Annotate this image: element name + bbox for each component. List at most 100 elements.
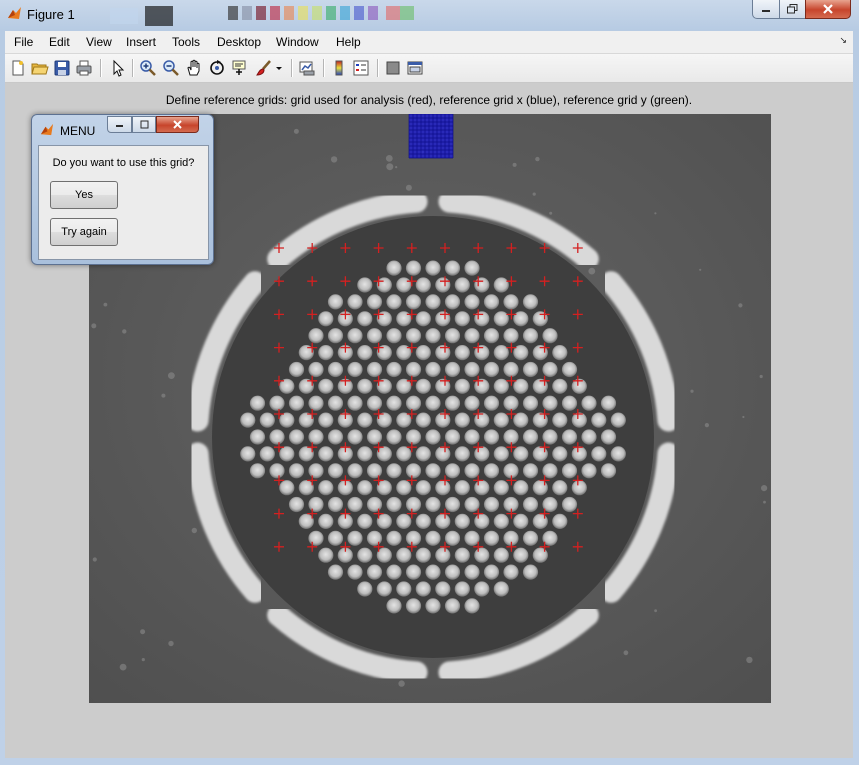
pillar: [474, 446, 490, 462]
pillar: [464, 328, 480, 344]
pillar: [503, 395, 519, 411]
yes-button[interactable]: Yes: [50, 181, 118, 209]
pillar: [522, 294, 539, 310]
pillar: [532, 547, 548, 563]
pillar: [493, 412, 509, 428]
pillar: [396, 446, 412, 462]
menu-insert[interactable]: Insert: [126, 35, 156, 49]
print-icon[interactable]: [75, 59, 93, 77]
pillar: [435, 581, 451, 597]
open-file-icon[interactable]: [31, 59, 49, 77]
figure-window: Figure 1 File Edit View Insert Tools Des…: [0, 0, 859, 765]
zoom-out-icon[interactable]: [162, 59, 180, 77]
dialog-close-button[interactable]: [156, 116, 199, 133]
save-icon[interactable]: [53, 59, 71, 77]
dialog-minimize-button[interactable]: [107, 116, 132, 133]
brush-icon[interactable]: [255, 59, 273, 77]
edit-plot-arrow-icon[interactable]: [109, 59, 127, 77]
speckle: [654, 609, 657, 613]
maximize-button[interactable]: [779, 0, 806, 19]
pillar: [513, 480, 529, 496]
pillar: [347, 564, 363, 580]
insert-legend-icon[interactable]: [352, 59, 370, 77]
pillar: [444, 294, 461, 310]
close-button[interactable]: [805, 0, 851, 19]
pillar: [483, 328, 500, 344]
pillar: [327, 496, 344, 513]
pillar: [327, 429, 344, 445]
pillar: [425, 530, 441, 546]
menu-tools[interactable]: Tools: [172, 35, 200, 49]
menu-edit[interactable]: Edit: [49, 35, 70, 49]
pillar: [318, 311, 334, 327]
pillar: [386, 530, 402, 546]
pillar: [454, 277, 470, 293]
brush-dropdown-icon[interactable]: [275, 59, 283, 77]
pillar: [357, 378, 373, 394]
speckle: [763, 500, 766, 504]
pillar: [405, 463, 422, 479]
reference-grid-x-blue: [408, 114, 454, 159]
pillar: [454, 480, 470, 496]
speckle: [161, 393, 166, 398]
minimize-button[interactable]: [752, 0, 780, 19]
menu-window[interactable]: Window: [276, 35, 319, 49]
pillar: [415, 513, 431, 529]
pillar: [405, 260, 422, 276]
pillar: [435, 547, 451, 563]
pillar: [386, 564, 402, 580]
pillar: [259, 412, 275, 428]
pillar: [366, 463, 383, 479]
pillar: [522, 463, 539, 479]
pillar: [552, 480, 568, 496]
menu-file[interactable]: File: [14, 35, 33, 49]
menu-help[interactable]: Help: [336, 35, 361, 49]
data-cursor-icon[interactable]: [230, 59, 248, 77]
pillar: [474, 581, 490, 597]
speckle: [122, 329, 127, 334]
pan-hand-icon[interactable]: [185, 59, 203, 77]
pillar: [571, 446, 587, 462]
show-plot-tools-icon[interactable]: [406, 59, 424, 77]
pillar: [396, 581, 412, 597]
pillar: [318, 446, 334, 462]
speckle: [168, 372, 175, 379]
pillar: [454, 581, 470, 597]
speckle: [92, 557, 97, 562]
dialog-maximize-button[interactable]: [132, 116, 156, 133]
pillar: [279, 446, 295, 462]
pillar: [415, 277, 431, 293]
pillar: [561, 395, 578, 411]
pillar: [503, 328, 519, 344]
pillar: [347, 294, 363, 310]
pillar: [425, 496, 441, 513]
speckle: [512, 162, 517, 167]
pillar: [405, 564, 422, 580]
new-figure-icon[interactable]: [9, 59, 27, 77]
hide-plot-tools-icon[interactable]: [384, 59, 402, 77]
menu-view[interactable]: View: [86, 35, 112, 49]
pillar: [464, 429, 480, 445]
pillar: [474, 311, 490, 327]
try-again-button[interactable]: Try again: [50, 218, 118, 246]
pillar: [249, 463, 266, 479]
pillar: [464, 361, 480, 378]
pillar: [503, 564, 519, 580]
title-bar[interactable]: Figure 1: [0, 0, 859, 28]
link-plot-icon[interactable]: [298, 59, 316, 77]
pillar: [386, 598, 402, 614]
pillar: [318, 513, 334, 529]
pillar: [425, 260, 441, 276]
pillar: [405, 395, 422, 411]
zoom-in-icon[interactable]: [139, 59, 157, 77]
window-title: Figure 1: [27, 7, 75, 22]
speckle: [385, 155, 393, 162]
toolbar-separator: [323, 59, 325, 77]
rotate-3d-icon[interactable]: [208, 59, 226, 77]
pillar: [425, 598, 441, 614]
insert-colorbar-icon[interactable]: [330, 59, 348, 77]
pillar: [483, 429, 500, 445]
pillar: [464, 530, 480, 546]
menubar-dock-arrow-icon[interactable]: ↘: [839, 36, 847, 46]
menu-desktop[interactable]: Desktop: [217, 35, 261, 49]
